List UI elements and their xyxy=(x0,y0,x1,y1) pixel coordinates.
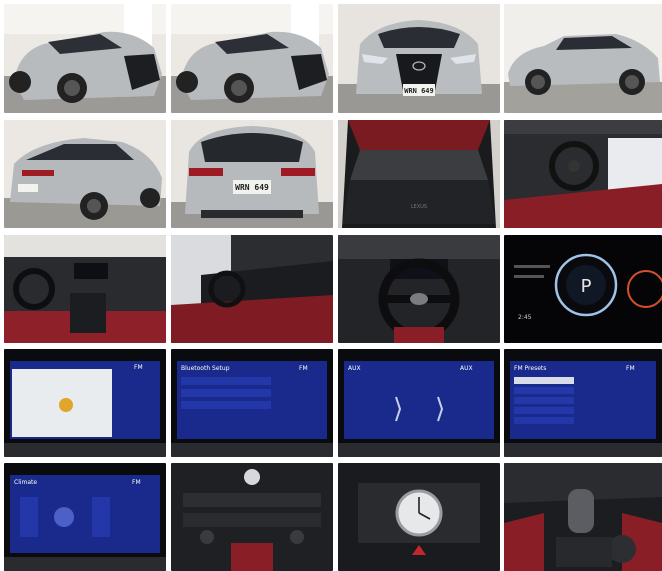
photo-side-profile[interactable] xyxy=(504,4,662,113)
photo-rear-three-quarter[interactable] xyxy=(4,120,166,228)
photo-aux-audio-screen[interactable]: AUX AUX xyxy=(338,349,500,457)
screen-title: AUX xyxy=(348,365,361,372)
photo-driver-cockpit[interactable] xyxy=(504,120,662,228)
license-plate-text: WRN 649 xyxy=(235,183,269,192)
photo-front-three-quarter-1[interactable] xyxy=(4,4,166,113)
band-label: FM xyxy=(299,365,308,372)
screen-title: Climate xyxy=(14,479,37,486)
photo-bluetooth-setup-screen[interactable]: Bluetooth Setup FM xyxy=(171,349,333,457)
svg-text:LEXUS: LEXUS xyxy=(411,204,427,210)
photo-front-three-quarter-2[interactable] xyxy=(171,4,333,113)
photo-dashboard[interactable] xyxy=(4,235,166,343)
photo-climate-screen[interactable]: Climate FM xyxy=(4,463,166,571)
band-label: FM xyxy=(132,479,141,486)
screen-title: Bluetooth Setup xyxy=(181,365,230,372)
screen-title: FM Presets xyxy=(514,365,546,372)
photo-passenger-dashboard[interactable] xyxy=(171,235,333,343)
band-label: FM xyxy=(626,365,635,372)
band-label: FM xyxy=(134,364,143,371)
photo-front[interactable]: WRN 649 xyxy=(338,4,500,113)
photo-navigation-screen[interactable]: FM xyxy=(4,349,166,457)
photo-gallery: WRN 649 WRN 649 LEXUS P 2:45 FM Bluetoot… xyxy=(0,0,662,571)
photo-cargo-area[interactable]: LEXUS xyxy=(338,120,500,228)
photo-fm-presets-screen[interactable]: FM Presets FM xyxy=(504,349,662,457)
cluster-time: 2:45 xyxy=(518,314,532,321)
license-plate-text: WRN 649 xyxy=(404,87,434,95)
photo-steering-wheel[interactable] xyxy=(338,235,500,343)
photo-rear[interactable]: WRN 649 xyxy=(171,120,333,228)
gear-indicator: P xyxy=(581,276,592,297)
photo-instrument-cluster[interactable]: P 2:45 xyxy=(504,235,662,343)
photo-center-console[interactable] xyxy=(171,463,333,571)
band-label: AUX xyxy=(460,365,473,372)
photo-gear-shifter[interactable] xyxy=(504,463,662,571)
photo-analog-clock[interactable] xyxy=(338,463,500,571)
